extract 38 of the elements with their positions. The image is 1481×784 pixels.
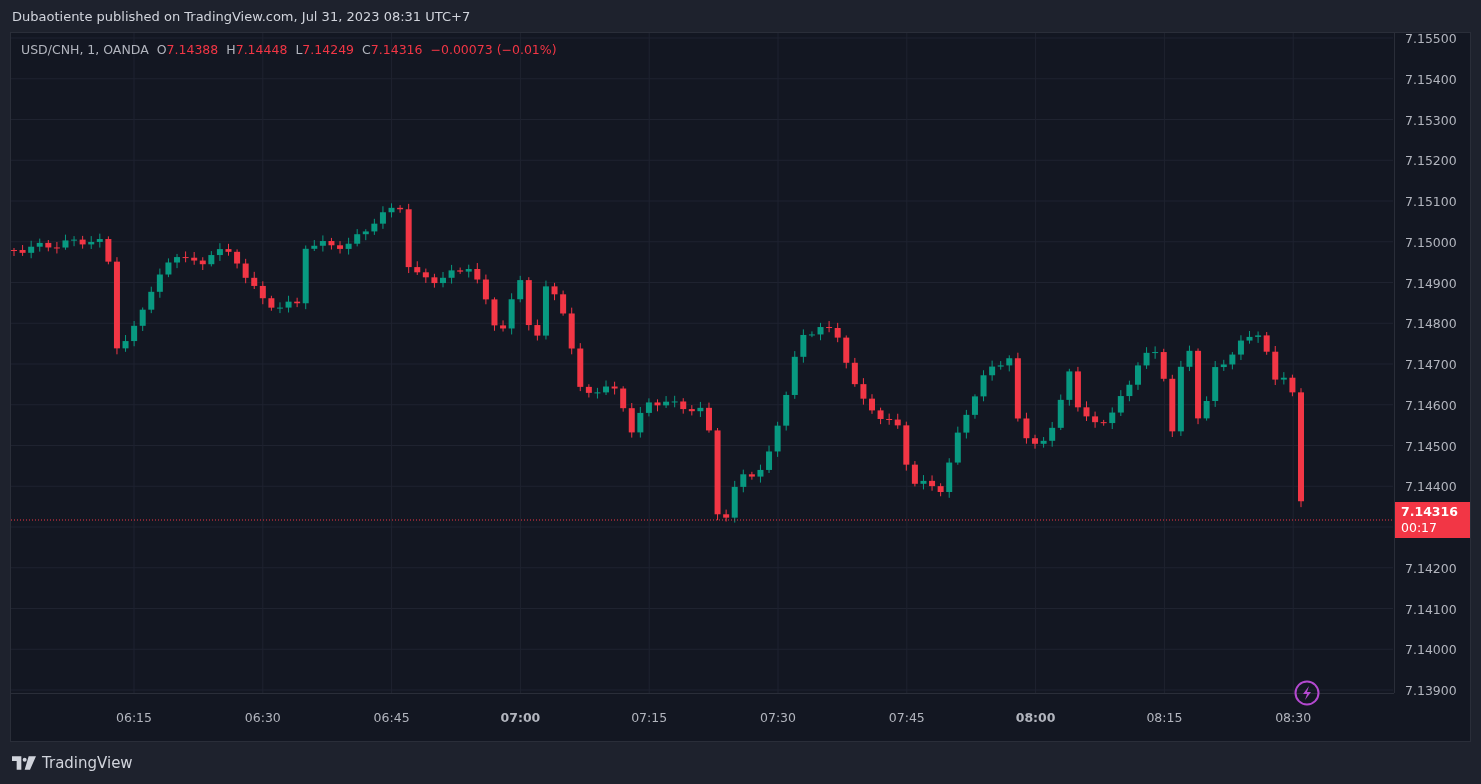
candle-countdown: 00:17: [1401, 520, 1439, 536]
symbol-label: USD/CNH, 1, OANDA: [21, 42, 149, 57]
price-change: −0.00073 (−0.01%): [430, 42, 557, 57]
price-tick-label: 7.14500: [1405, 438, 1457, 453]
time-tick-label: 06:45: [373, 710, 410, 725]
time-tick-label: 06:15: [116, 710, 152, 725]
publish-info: Dubaotiente published on TradingView.com, Jul 31, 2023 08:31 UTC+7: [11, 7, 472, 26]
brand-name: TradingView: [42, 754, 133, 772]
time-tick-label: 07:45: [888, 710, 925, 725]
time-tick-label: 07:15: [631, 710, 668, 725]
price-tick-label: 7.14200: [1405, 560, 1457, 576]
tradingview-logo-icon: [12, 756, 36, 770]
lightning-icon[interactable]: [1294, 680, 1320, 706]
price-tick-label: 7.13900: [1405, 682, 1457, 698]
ohlc-value: L7.14249: [295, 42, 355, 57]
time-tick-label: 08:30: [1275, 710, 1312, 725]
price-tick-label: 7.14600: [1405, 397, 1457, 413]
price-tick-label: 7.14400: [1405, 478, 1457, 494]
price-tick-label: 7.15500: [1405, 30, 1457, 46]
price-tick-label: 7.14800: [1405, 315, 1457, 331]
time-tick-label: 07:00: [500, 710, 541, 725]
price-tick-label: 7.15000: [1405, 234, 1457, 250]
price-tick-label: 7.14900: [1405, 275, 1457, 290]
time-tick-label: 08:00: [1015, 710, 1056, 725]
price-tick-label: 7.15400: [1405, 71, 1457, 87]
current-price-value: 7.14316: [1401, 504, 1459, 520]
time-tick-label: 06:30: [244, 710, 281, 725]
price-tick-label: 7.15200: [1405, 152, 1457, 168]
price-tick-label: 7.15100: [1405, 193, 1457, 209]
ohlc-value: O7.14388: [156, 42, 219, 57]
time-tick-label: 07:30: [760, 710, 796, 725]
time-tick-label: 08:15: [1146, 710, 1183, 725]
price-tick-label: 7.14000: [1405, 641, 1457, 657]
ohlc-value: C7.14316: [362, 42, 423, 57]
price-tick-label: 7.14700: [1405, 356, 1457, 372]
price-tick-label: 7.14100: [1405, 601, 1457, 616]
price-tick-label: 7.15300: [1405, 112, 1457, 127]
ohlc-value: H7.14448: [226, 42, 288, 57]
